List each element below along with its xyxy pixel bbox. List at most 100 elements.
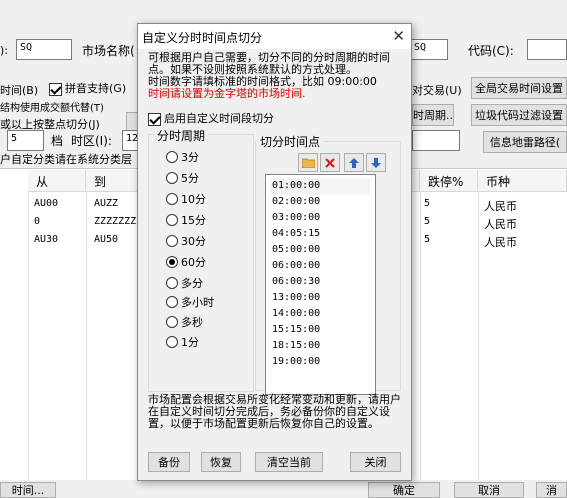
pinyin-checkbox[interactable]: 拼音支持(G) bbox=[49, 80, 126, 96]
pinyin-label: 拼音支持(G) bbox=[65, 82, 127, 95]
close-button[interactable]: 关闭 bbox=[350, 452, 401, 472]
code-label: 代码(C): bbox=[468, 44, 514, 58]
extra-field[interactable] bbox=[412, 130, 460, 151]
mine-path-button[interactable]: 信息地雷路径( bbox=[483, 131, 567, 153]
list-item[interactable]: 02:00:00 bbox=[270, 194, 320, 210]
backup-button[interactable]: 备份 bbox=[148, 452, 190, 472]
time-label: 时间(B) bbox=[0, 84, 39, 97]
radio-15min[interactable]: 15分 bbox=[166, 212, 206, 228]
clear-current-button[interactable]: 清空当前 bbox=[255, 452, 323, 472]
list-item[interactable]: 01:00:00 bbox=[270, 178, 370, 194]
radio-label: 多分 bbox=[181, 277, 203, 290]
list-item[interactable]: 15:15:00 bbox=[270, 322, 320, 338]
list-item[interactable]: 13:00:00 bbox=[270, 290, 320, 306]
filter-button[interactable]: 垃圾代码过滤设置 bbox=[471, 104, 567, 126]
delete-icon bbox=[325, 157, 335, 168]
enable-custom-checkbox[interactable]: 启用自定义时间段切分 bbox=[148, 110, 274, 126]
grid-line bbox=[28, 192, 29, 480]
list-item[interactable]: 14:00:00 bbox=[270, 306, 320, 322]
radio-icon bbox=[166, 316, 178, 328]
market-name-label: 市场名称( bbox=[82, 44, 135, 58]
timezone-field[interactable]: 12 bbox=[122, 130, 138, 151]
radio-label: 3分 bbox=[181, 151, 199, 164]
radio-label: 30分 bbox=[181, 235, 206, 248]
category-label: 户自定分类请在系统分类层 bbox=[0, 153, 132, 166]
radio-icon bbox=[166, 172, 178, 184]
list-item[interactable]: 05:00:00 bbox=[270, 242, 320, 258]
global-time-button[interactable]: 全局交易时间设置 bbox=[471, 77, 567, 99]
table-cell: 人民币 bbox=[484, 236, 517, 249]
radio-multi-sec[interactable]: 多秒 bbox=[166, 314, 203, 330]
table-cell: AU50 bbox=[94, 234, 119, 245]
radio-icon bbox=[166, 151, 178, 163]
radio-1min[interactable]: 1分 bbox=[166, 334, 199, 350]
custom-time-split-dialog: 自定义分时时间点切分 ✕ 可根据用户自己需要，切分不同的分时周期的时间点。如果不… bbox=[137, 23, 412, 481]
radio-icon bbox=[166, 277, 178, 289]
table-cell: 5 bbox=[424, 234, 431, 245]
dang-label: 档 bbox=[51, 134, 64, 148]
radio-5min[interactable]: 5分 bbox=[166, 170, 199, 186]
table-cell: 人民币 bbox=[484, 218, 517, 231]
note-text: 可根据用户自己需要，切分不同的分时周期的时间点。如果不设则按照系统默认的方式处理… bbox=[148, 51, 390, 76]
folder-icon bbox=[301, 158, 315, 168]
radio-multi-min[interactable]: 多分 bbox=[166, 275, 203, 291]
radio-icon bbox=[166, 235, 178, 247]
radio-label: 多小时 bbox=[181, 296, 214, 309]
radio-60min[interactable]: 60分 bbox=[166, 254, 206, 270]
move-up-button[interactable] bbox=[344, 153, 364, 172]
radio-10min[interactable]: 10分 bbox=[166, 191, 206, 207]
check-icon bbox=[148, 112, 161, 126]
col-from[interactable]: 从 bbox=[28, 170, 86, 192]
radio-label: 多秒 bbox=[181, 316, 203, 329]
col-currency[interactable]: 币种 bbox=[478, 170, 567, 192]
code-field[interactable] bbox=[527, 39, 567, 60]
check-icon bbox=[49, 82, 62, 96]
dialog-title-bar: 自定义分时时间点切分 ✕ bbox=[138, 24, 411, 49]
radio-3min[interactable]: 3分 bbox=[166, 149, 199, 165]
restore-button[interactable]: 恢复 bbox=[201, 452, 241, 472]
arrow-down-icon bbox=[371, 157, 381, 168]
table-cell: AU30 bbox=[34, 234, 59, 245]
table-cell: 人民币 bbox=[484, 200, 517, 213]
arrow-up-icon bbox=[349, 157, 359, 168]
list-item[interactable]: 03:00:00 bbox=[270, 210, 320, 226]
radio-icon bbox=[166, 214, 178, 226]
radio-label: 5分 bbox=[181, 172, 199, 185]
list-item[interactable]: 18:15:00 bbox=[270, 338, 320, 354]
dialog-note: 可根据用户自己需要，切分不同的分时周期的时间点。如果不设则按照系统默认的方式处理… bbox=[148, 52, 403, 100]
radio-multi-hour[interactable]: 多小时 bbox=[166, 294, 214, 310]
grid-line bbox=[478, 192, 479, 480]
timezone-label: 时区(I): bbox=[71, 134, 112, 148]
table-cell: ZZZZZZZZ bbox=[94, 216, 137, 227]
move-down-button[interactable] bbox=[366, 153, 386, 172]
list-item[interactable]: 19:00:00 bbox=[270, 354, 320, 370]
timepoint-list[interactable]: 01:00:00 02:00:00 03:00:00 04:05:15 05:0… bbox=[265, 174, 376, 395]
radio-icon bbox=[166, 193, 178, 205]
struct-label: 结构使用成交额代替(T) bbox=[0, 103, 104, 114]
split-field[interactable]: 5 bbox=[7, 130, 44, 151]
list-item[interactable]: 04:05:15 bbox=[270, 226, 320, 242]
list-item[interactable]: 06:00:30 bbox=[270, 274, 320, 290]
close-icon[interactable]: ✕ bbox=[392, 26, 405, 46]
radio-selected-icon bbox=[166, 256, 178, 268]
radio-30min[interactable]: 30分 bbox=[166, 233, 206, 249]
radio-label: 10分 bbox=[181, 193, 206, 206]
period-button[interactable]: 时周期.. bbox=[412, 104, 454, 126]
market-name-field[interactable]: SQ bbox=[410, 39, 448, 60]
trade-label: 对交易(U) bbox=[412, 84, 462, 97]
col-gap bbox=[412, 170, 420, 192]
list-item[interactable]: 06:00:00 bbox=[270, 258, 320, 274]
table-cell: 5 bbox=[424, 216, 431, 227]
delete-button[interactable] bbox=[320, 153, 340, 172]
radio-icon bbox=[166, 336, 178, 348]
col-limit[interactable]: 跌停% bbox=[420, 170, 478, 192]
timepoint-group-label: 切分时间点 bbox=[257, 133, 324, 150]
radio-label: 15分 bbox=[181, 214, 206, 227]
period-group-label: 分时周期 bbox=[154, 127, 209, 144]
radio-label: 1分 bbox=[181, 336, 199, 349]
col-to[interactable]: 到 bbox=[86, 170, 138, 192]
id-field[interactable]: SQ bbox=[16, 39, 72, 60]
open-folder-button[interactable] bbox=[298, 153, 318, 172]
enable-custom-label: 启用自定义时间段切分 bbox=[164, 112, 274, 125]
table-cell: AUZZ bbox=[94, 198, 119, 209]
